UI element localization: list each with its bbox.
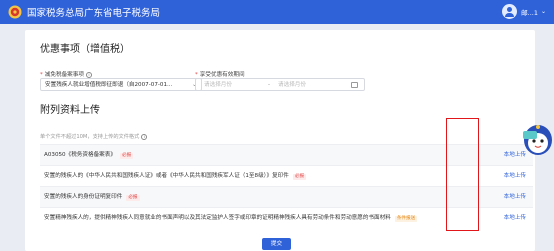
required-badge: 必报 [292,173,307,180]
required-badge: 必报 [126,194,140,201]
reduction-item-select[interactable]: 安置残疾人就业增值税即征即退（自2007-07-01... ⌄ [40,78,202,91]
site-title: 国家税务总局广东省电子税务局 [27,8,161,19]
top-navigation-bar: 国家税务总局广东省电子税务局 邮...1 ⌄ [0,0,554,24]
date-separator: - [268,82,271,88]
chevron-down-icon[interactable]: ⌄ [541,8,546,15]
calendar-icon[interactable] [351,82,358,88]
user-name[interactable]: 邮...1 [521,7,538,17]
local-upload-link[interactable]: 本地上传 [504,166,526,186]
reduction-item-label: * 减免税备案事项 i [40,70,92,78]
period-start-input[interactable]: 请选择月份 [204,79,232,91]
period-label: * 享受优惠有效期间 [195,72,245,78]
attachment-name: A03050《税务资格备案表》 [44,152,116,158]
page-title: 优惠事项（增值税） [40,44,130,55]
required-badge: 必报 [119,152,134,159]
attachments-section-title: 附列资料上传 [40,105,100,116]
period-end-input[interactable]: 请选择月份 [278,79,306,91]
submit-button[interactable]: 提交 [262,238,291,250]
attachment-name: 安置精神残疾人的，提供精神残疾人同意就业的书面声明以及其法定监护人签字或印章的证… [44,215,391,221]
conditional-badge: 条件报送 [394,215,418,222]
local-upload-link[interactable]: 本地上传 [504,208,526,228]
attachment-name: 安置的残疾人的《中华人民共和国残疾人证》或者《中华人民共和国残疾军人证（1至8级… [44,173,289,179]
info-icon[interactable]: i [141,134,148,140]
local-upload-link[interactable]: 本地上传 [504,187,526,207]
assistant-mascot-icon[interactable] [520,122,554,158]
tax-bureau-logo-icon [8,5,22,19]
upload-hint: 单个文件不超过10M，支持上传的文件格式 i [40,133,148,140]
user-menu[interactable]: 邮...1 ⌄ [502,4,546,19]
avatar[interactable] [502,4,518,19]
attachment-name: 安置的残疾人的身份证明复印件 [44,194,123,200]
upload-column-highlight [446,118,479,231]
period-date-range[interactable]: 请选择月份 - 请选择月份 [195,78,365,91]
